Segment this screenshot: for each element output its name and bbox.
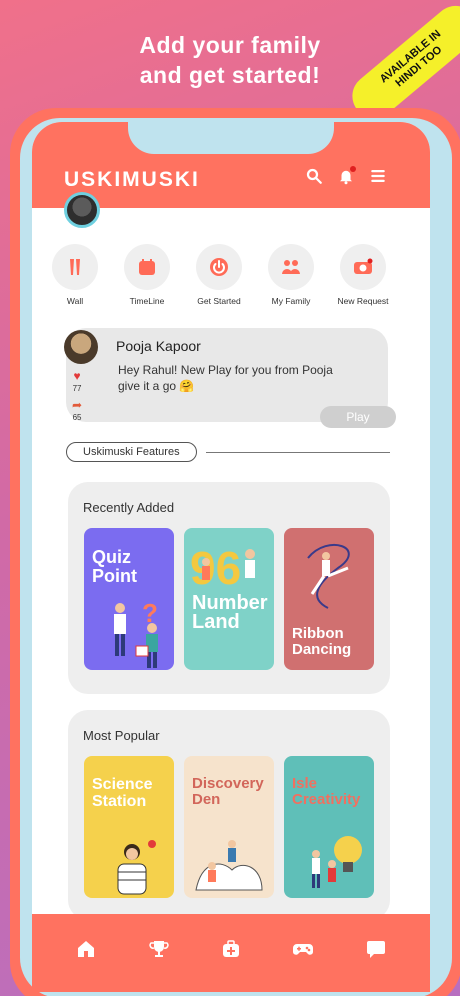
svg-text:96: 96 — [190, 542, 241, 594]
gamepad-icon[interactable] — [292, 938, 314, 960]
trophy-icon[interactable] — [148, 938, 170, 960]
post-message: Hey Rahul! New Play for you from Pooja g… — [118, 363, 333, 393]
shares-count: 65 — [72, 413, 82, 422]
quick-action-wall[interactable]: Wall — [52, 244, 98, 306]
card-quiz-point[interactable]: Quiz Point ? — [84, 528, 174, 670]
quick-actions: Wall TimeLine Get Started My Family New … — [52, 244, 389, 306]
card-title: Ribbon Dancing — [292, 625, 352, 658]
quick-action-timeline[interactable]: TimeLine — [124, 244, 170, 306]
wall-post-card: Pooja Kapoor Hey Rahul! New Play for you… — [64, 328, 396, 428]
card-title: Discovery Den — [192, 775, 264, 808]
quick-action-label: My Family — [271, 296, 311, 306]
card-isle-creativity[interactable]: Isle Creativity — [284, 756, 374, 898]
dancer-illustration — [307, 543, 350, 609]
section-title: Recently Added — [83, 500, 175, 515]
bell-icon[interactable] — [336, 166, 356, 186]
play-button[interactable]: Play — [320, 406, 396, 428]
section-title: Most Popular — [83, 728, 160, 743]
recently-added-section: Recently Added Quiz Point ? 96 Number La… — [68, 482, 390, 694]
camera-icon — [340, 244, 386, 290]
post-author-name: Pooja Kapoor — [116, 338, 201, 354]
menu-icon[interactable] — [368, 166, 388, 186]
card-discovery-den[interactable]: Discovery Den — [184, 756, 274, 898]
card-title: Number Land — [192, 592, 268, 633]
power-icon — [196, 244, 242, 290]
quick-action-get-started[interactable]: Get Started — [196, 244, 242, 306]
quick-action-label: Get Started — [197, 296, 241, 306]
card-title: Isle Creativity — [292, 775, 361, 808]
calendar-icon — [124, 244, 170, 290]
share-icon[interactable]: ➦ — [72, 399, 82, 411]
science-illustration — [117, 840, 156, 895]
chat-icon[interactable] — [365, 938, 387, 960]
notification-dot — [350, 166, 356, 172]
wall-icon — [52, 244, 98, 290]
likes-count: 77 — [72, 384, 82, 393]
discovery-illustration — [195, 840, 263, 891]
family-icon — [268, 244, 314, 290]
card-science-station[interactable]: Science Station — [84, 756, 174, 898]
post-author-avatar[interactable] — [64, 330, 98, 364]
card-ribbon-dancing[interactable]: Ribbon Dancing — [284, 528, 374, 670]
home-icon[interactable] — [75, 938, 97, 960]
quick-action-label: New Request — [337, 296, 389, 306]
heart-icon[interactable]: ♥ — [73, 370, 80, 382]
quick-action-my-family[interactable]: My Family — [268, 244, 314, 306]
card-title: Quiz Point — [92, 547, 137, 586]
card-number-land[interactable]: 96 Number Land — [184, 528, 274, 670]
quick-action-label: TimeLine — [129, 296, 165, 306]
app-screen: USKIMUSKI Wall TimeLine Get Started My F… — [32, 122, 430, 992]
bottom-nav — [32, 914, 430, 992]
creativity-illustration — [312, 836, 362, 888]
divider-line — [206, 452, 390, 453]
quiz-illustration: ? — [114, 598, 158, 668]
phone-notch — [128, 122, 334, 154]
user-avatar[interactable] — [64, 192, 100, 228]
quick-action-label: Wall — [66, 296, 84, 306]
search-icon[interactable] — [304, 166, 324, 186]
brand-logo: USKIMUSKI — [64, 168, 200, 191]
medical-icon[interactable] — [220, 938, 242, 960]
most-popular-section: Most Popular Science Station Discovery D… — [68, 710, 390, 920]
features-divider: Uskimuski Features — [66, 442, 390, 462]
card-title: Science Station — [92, 776, 153, 810]
features-label: Uskimuski Features — [66, 442, 197, 462]
quick-action-new-request[interactable]: New Request — [337, 244, 389, 306]
